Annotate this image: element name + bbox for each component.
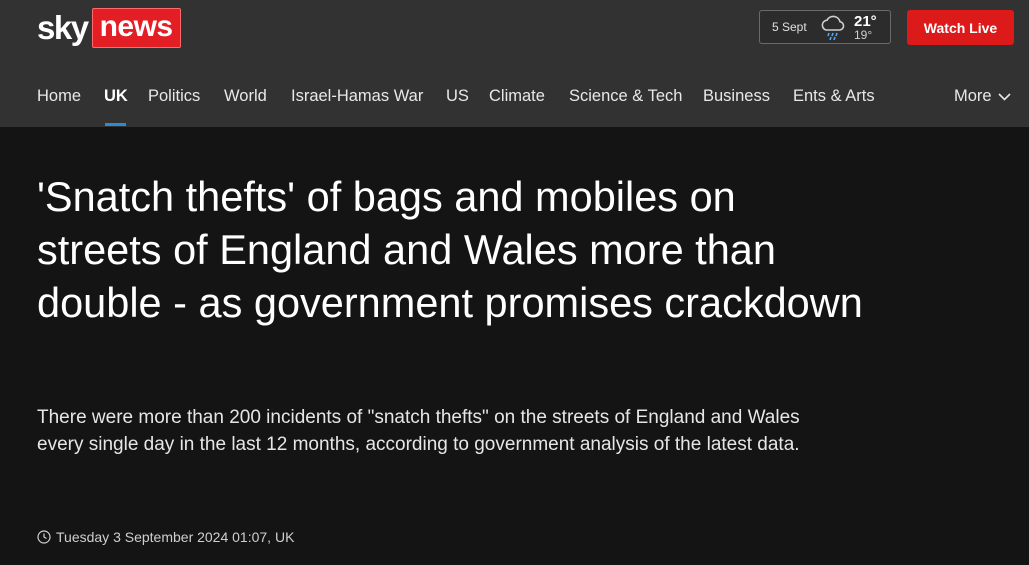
temp-low: 19° bbox=[854, 27, 873, 42]
weather-date: 5 Sept bbox=[772, 20, 807, 34]
logo-news-text: news bbox=[91, 8, 181, 48]
nav-more-button[interactable]: More bbox=[954, 87, 1011, 106]
nav-item-world[interactable]: World bbox=[224, 87, 267, 106]
main-nav: Home UK Politics World Israel-Hamas War … bbox=[0, 79, 1029, 127]
sky-news-logo[interactable]: sky news bbox=[37, 8, 181, 48]
chevron-down-icon bbox=[998, 92, 1011, 101]
nav-item-us[interactable]: US bbox=[446, 87, 469, 106]
nav-item-climate[interactable]: Climate bbox=[489, 87, 545, 106]
weather-temps: 21° 19° bbox=[854, 14, 877, 41]
timestamp-text: Tuesday 3 September 2024 01:07, UK bbox=[56, 529, 295, 545]
article-timestamp: Tuesday 3 September 2024 01:07, UK bbox=[37, 529, 294, 545]
site-header: sky news 5 Sept 21° 19° Watch Live Home … bbox=[0, 0, 1029, 127]
logo-sky-text: sky bbox=[37, 9, 89, 46]
nav-active-indicator bbox=[105, 123, 126, 126]
clock-icon bbox=[37, 530, 51, 544]
nav-item-israel-hamas-war[interactable]: Israel-Hamas War bbox=[291, 87, 423, 106]
nav-item-home[interactable]: Home bbox=[37, 87, 81, 106]
watch-live-button[interactable]: Watch Live bbox=[907, 10, 1014, 45]
nav-item-uk[interactable]: UK bbox=[104, 87, 128, 106]
nav-item-politics[interactable]: Politics bbox=[148, 87, 200, 106]
nav-more-label: More bbox=[954, 87, 992, 105]
nav-item-ents-arts[interactable]: Ents & Arts bbox=[793, 87, 875, 106]
weather-widget[interactable]: 5 Sept 21° 19° bbox=[759, 10, 891, 44]
nav-item-science-tech[interactable]: Science & Tech bbox=[569, 87, 682, 106]
nav-item-business[interactable]: Business bbox=[703, 87, 770, 106]
rain-cloud-icon bbox=[818, 13, 848, 41]
article-standfirst: There were more than 200 incidents of "s… bbox=[37, 407, 800, 455]
article-headline: 'Snatch thefts' of bags and mobiles on s… bbox=[37, 173, 863, 326]
temp-high: 21° bbox=[854, 12, 877, 30]
